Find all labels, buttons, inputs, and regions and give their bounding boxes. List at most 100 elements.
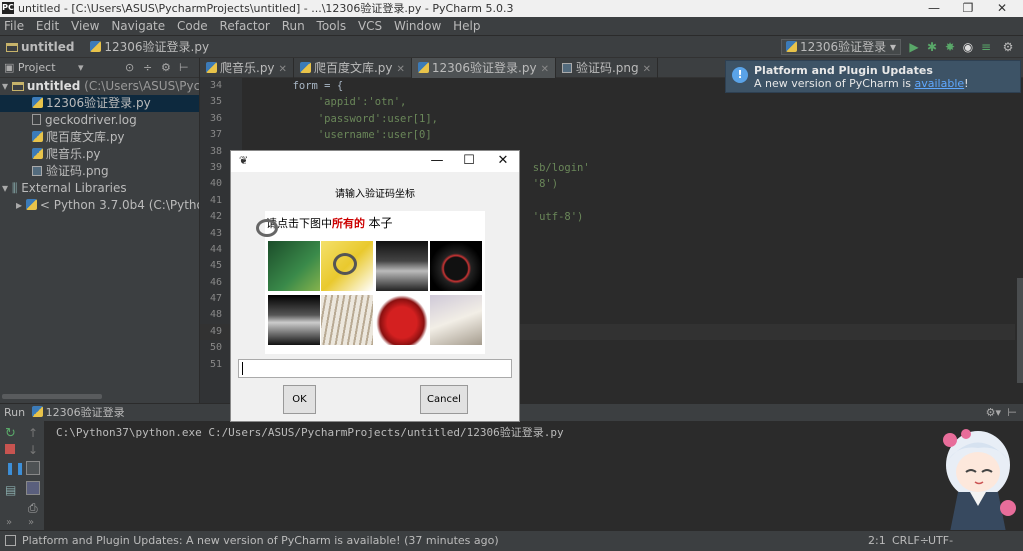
run-settings-icon[interactable]: ⚙▾ — [986, 404, 1001, 421]
dialog-minimize-button[interactable]: — — [427, 153, 447, 168]
panel-toggle-icon[interactable] — [5, 535, 16, 546]
file-encoding[interactable]: UTF- — [928, 531, 953, 551]
menu-tools[interactable]: Tools — [313, 17, 351, 35]
cancel-button[interactable]: Cancel — [420, 385, 468, 414]
breadcrumb-file[interactable]: 12306验证登录.py — [84, 36, 215, 58]
menu-help[interactable]: Help — [449, 17, 484, 35]
captcha-tile-notebooks[interactable] — [321, 295, 373, 345]
tree-item-music-py[interactable]: 爬音乐.py — [0, 146, 199, 163]
captcha-tile-yellow-package[interactable] — [321, 241, 373, 291]
tree-item-12306-py[interactable]: 12306验证登录.py — [0, 95, 199, 112]
captcha-tile-gauge[interactable] — [430, 241, 482, 291]
more-icon-2[interactable]: » — [28, 517, 34, 528]
pause-icon[interactable]: ❚❚ — [5, 461, 25, 475]
dialog-close-button[interactable]: ✕ — [493, 153, 513, 168]
captcha-image[interactable]: 请点击下图中所有的 本子 — [256, 211, 485, 354]
ok-button[interactable]: OK — [283, 385, 316, 414]
tree-item-python-sdk[interactable]: ▸ < Python 3.7.0b4 (C:\Python37 — [0, 197, 199, 214]
tab-baidu-py[interactable]: 爬百度文库.py ✕ — [294, 58, 412, 78]
expanded-arrow-icon[interactable]: ▾ — [2, 181, 12, 195]
close-tab-icon[interactable]: ✕ — [396, 64, 404, 75]
project-view-select[interactable]: Project — [18, 61, 56, 74]
scroll-end-icon[interactable] — [26, 481, 40, 495]
debug-icon[interactable]: ✱ — [925, 40, 939, 54]
menu-code[interactable]: Code — [173, 17, 212, 35]
run-console[interactable]: C:\Python37\python.exe C:/Users/ASUS/Pyc… — [44, 421, 1023, 530]
captcha-tile-battery-pack[interactable] — [376, 241, 428, 291]
tab-music-py[interactable]: 爬音乐.py ✕ — [200, 58, 294, 78]
dropdown-arrow-icon[interactable]: ▾ — [78, 58, 84, 78]
line-number: 34 — [209, 80, 222, 91]
expand-icon[interactable]: ÷ — [143, 58, 152, 78]
close-tab-icon[interactable]: ✕ — [541, 64, 549, 75]
gear-icon[interactable]: ⚙ — [161, 58, 171, 78]
menu-vcs[interactable]: VCS — [354, 17, 386, 35]
captcha-tile-red-jar[interactable] — [376, 295, 428, 345]
status-message[interactable]: Platform and Plugin Updates: A new versi… — [22, 534, 499, 547]
sync-icon[interactable]: ⊙ — [125, 58, 134, 78]
tree-item-baidu-py[interactable]: 爬百度文库.py — [0, 129, 199, 146]
close-tab-icon[interactable]: ✕ — [643, 64, 651, 75]
tree-item-untitled[interactable]: ▾ untitled (C:\Users\ASUS\PycharmProject… — [0, 78, 199, 95]
tree-item-captcha-png[interactable]: 验证码.png — [0, 163, 199, 180]
rerun-icon[interactable]: ↻ — [5, 426, 16, 441]
stop-icon[interactable] — [5, 444, 15, 454]
title-bar: PC untitled - [C:\Users\ASUS\PycharmProj… — [0, 0, 1023, 17]
run-config-label[interactable]: 12306验证登录 — [46, 406, 125, 419]
code-line[interactable]: 'username':user[0] — [242, 127, 1015, 143]
close-window-button[interactable]: ✕ — [987, 0, 1017, 17]
line-number: 36 — [209, 112, 222, 124]
hide-icon[interactable]: ⊢ — [179, 58, 189, 78]
soft-wrap-icon[interactable] — [26, 461, 40, 475]
breadcrumb-project[interactable]: untitled — [0, 36, 81, 58]
image-file-icon — [561, 63, 572, 73]
print-icon[interactable]: ⎙ — [28, 501, 38, 516]
menu-refactor[interactable]: Refactor — [216, 17, 274, 35]
close-tab-icon[interactable]: ✕ — [279, 64, 287, 75]
horizontal-scrollbar[interactable] — [2, 394, 102, 399]
layout-icon[interactable]: ▤ — [5, 483, 16, 497]
menu-window[interactable]: Window — [390, 17, 445, 35]
captcha-tile-open-notebook[interactable] — [430, 295, 482, 345]
captcha-tile-circuit-board[interactable] — [268, 241, 320, 291]
image-file-icon — [32, 166, 42, 176]
python-sdk-icon — [25, 199, 37, 210]
vcs-icon[interactable]: ≡ — [979, 40, 993, 54]
tab-12306-py[interactable]: 12306验证登录.py ✕ — [411, 58, 556, 78]
tree-item-external-libraries[interactable]: ▾ ⫼ External Libraries — [0, 180, 199, 197]
menu-view[interactable]: View — [67, 17, 103, 35]
project-tree: ▾ untitled (C:\Users\ASUS\PycharmProject… — [0, 78, 199, 214]
tk-feather-icon: ❦ — [239, 154, 249, 167]
menu-file[interactable]: File — [0, 17, 28, 35]
line-separator[interactable]: CRLF÷ — [892, 531, 929, 551]
expanded-arrow-icon[interactable]: ▾ — [2, 79, 12, 93]
available-link[interactable]: available — [915, 77, 965, 90]
more-icon[interactable]: » — [6, 517, 12, 528]
python-file-icon — [417, 62, 429, 73]
captcha-coordinate-input[interactable] — [238, 359, 512, 378]
up-arrow-icon[interactable]: ↑ — [28, 426, 38, 440]
menu-navigate[interactable]: Navigate — [107, 17, 169, 35]
tree-item-geckodriver-log[interactable]: geckodriver.log — [0, 112, 199, 129]
text-file-icon — [32, 114, 41, 125]
collapsed-arrow-icon[interactable]: ▸ — [16, 198, 26, 212]
tab-captcha-png[interactable]: 验证码.png ✕ — [556, 58, 659, 78]
code-line[interactable]: 'appid':'otn', — [242, 94, 1015, 110]
menu-run[interactable]: Run — [278, 17, 309, 35]
menu-edit[interactable]: Edit — [32, 17, 63, 35]
caret-position[interactable]: 2:1 — [868, 531, 886, 551]
down-arrow-icon[interactable]: ↓ — [28, 443, 38, 457]
update-notification[interactable]: ! Platform and Plugin Updates A new vers… — [725, 60, 1021, 93]
settings-icon[interactable]: ⚙ — [1001, 40, 1015, 54]
run-icon[interactable]: ▶ — [907, 40, 921, 54]
hide-panel-icon[interactable]: ⊢ — [1007, 404, 1017, 421]
coverage-icon[interactable]: ✸ — [943, 40, 957, 54]
run-config-select[interactable]: 12306验证登录 ▾ — [780, 39, 901, 55]
captcha-tile-battery-pack-2[interactable] — [268, 295, 320, 345]
profile-icon[interactable]: ◉ — [961, 40, 975, 54]
maximize-button[interactable]: ❐ — [953, 0, 983, 17]
dialog-maximize-button[interactable]: ☐ — [459, 153, 479, 168]
vertical-scrollbar[interactable] — [1017, 278, 1023, 383]
minimize-button[interactable]: — — [919, 0, 949, 17]
code-line[interactable]: 'password':user[1], — [242, 111, 1015, 127]
